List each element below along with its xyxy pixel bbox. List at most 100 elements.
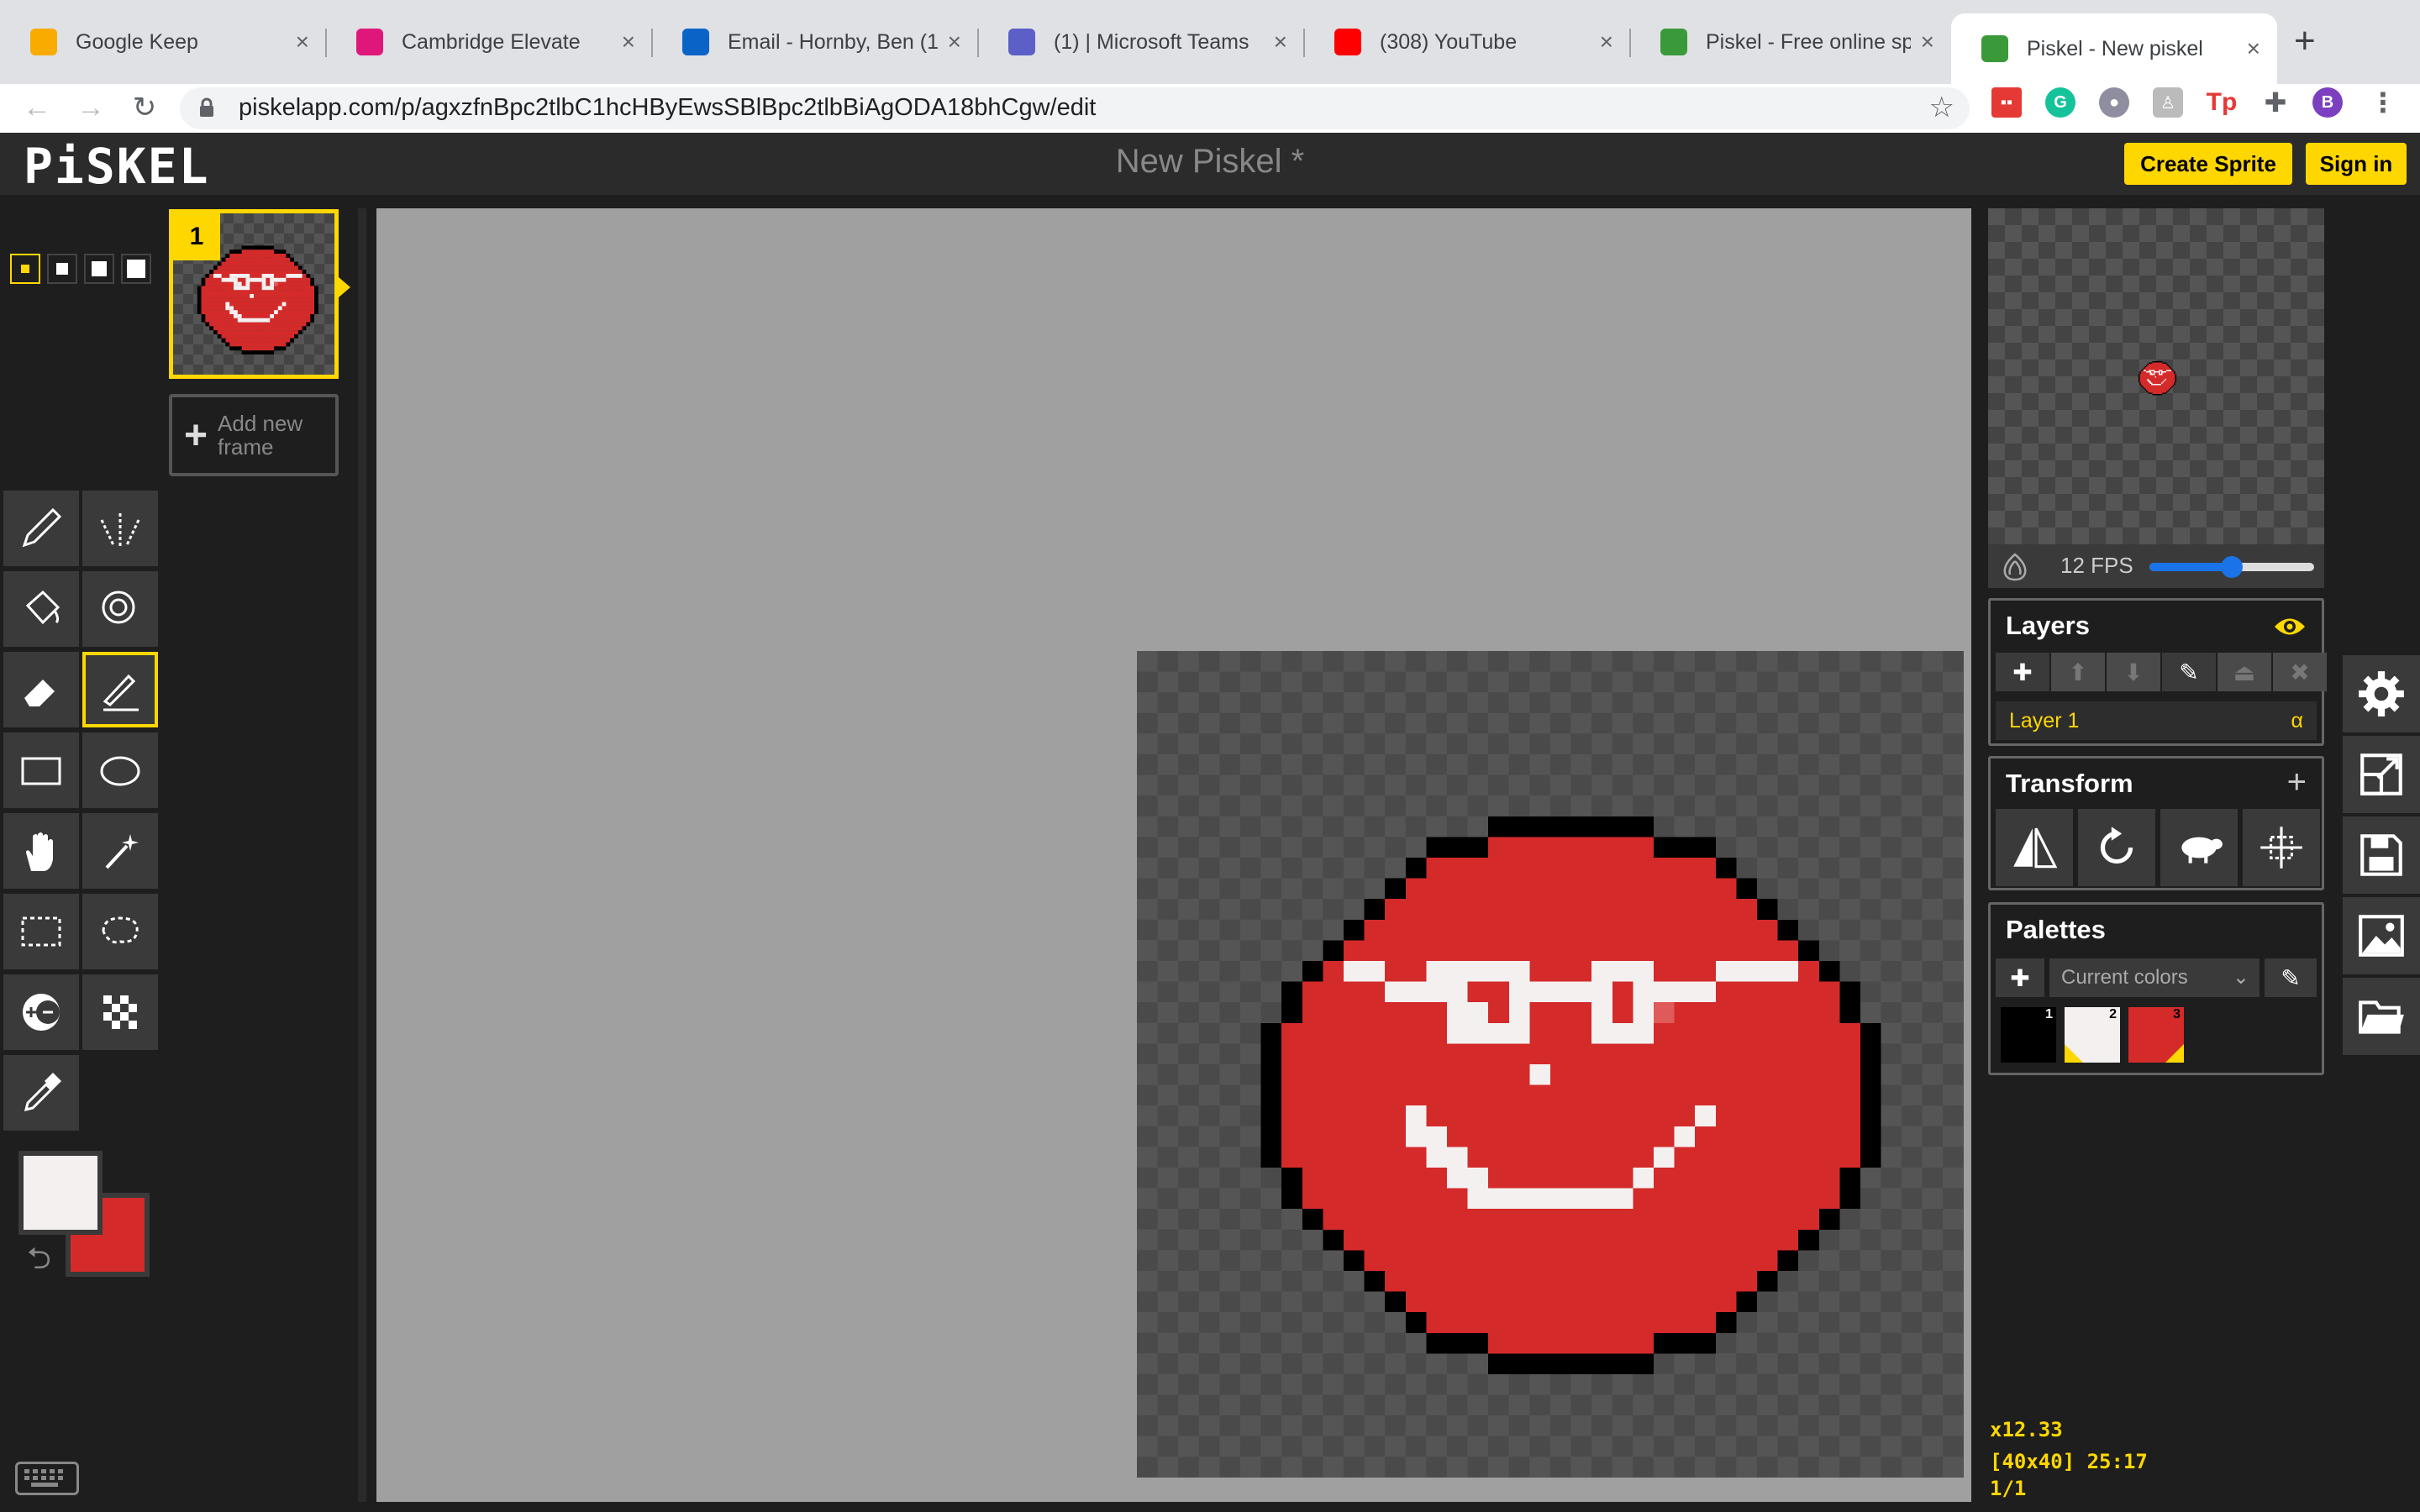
rectangle-selection-tool[interactable] bbox=[3, 894, 79, 969]
panel-divider[interactable] bbox=[358, 208, 366, 1502]
fps-slider[interactable] bbox=[2149, 556, 2314, 578]
close-tab-icon[interactable]: × bbox=[1600, 29, 1613, 55]
merge-layer-button[interactable]: ⏏ bbox=[2217, 653, 2271, 691]
paint-same-color-tool[interactable] bbox=[82, 571, 158, 647]
add-layer-button[interactable]: ✚ bbox=[1996, 653, 2049, 691]
close-tab-icon[interactable]: × bbox=[1274, 29, 1287, 55]
pen-size-4[interactable] bbox=[121, 254, 151, 284]
paint-bucket-tool[interactable] bbox=[3, 571, 79, 647]
address-bar[interactable]: piskelapp.com/p/agxzfnBpc2tlbC1hcHByEwsS… bbox=[180, 87, 1970, 129]
bookmark-star-icon[interactable]: ☆ bbox=[1929, 91, 1954, 124]
reload-icon[interactable]: ↻ bbox=[128, 91, 161, 124]
browser-tab[interactable]: (308) YouTube × bbox=[1304, 13, 1630, 71]
rectangle-tool[interactable] bbox=[3, 732, 79, 808]
shape-selection-tool[interactable] bbox=[82, 813, 158, 889]
browser-tab[interactable]: Piskel - New piskel × bbox=[1951, 13, 2277, 84]
animation-preview[interactable] bbox=[1988, 208, 2324, 544]
color-picker-tool[interactable] bbox=[3, 1055, 79, 1131]
circle-tool[interactable] bbox=[82, 732, 158, 808]
back-arrow-icon[interactable]: ← bbox=[20, 91, 54, 124]
grammarly-icon[interactable]: G bbox=[2045, 87, 2075, 118]
close-tab-icon[interactable]: × bbox=[1921, 29, 1934, 55]
eye-icon[interactable] bbox=[2273, 614, 2307, 639]
palette-swatch[interactable]: 2 bbox=[2065, 1007, 2120, 1063]
sprite-pixel bbox=[1405, 1105, 1427, 1147]
sprite-pixel bbox=[2175, 377, 2176, 379]
ext-person-icon[interactable]: ♙ bbox=[2153, 87, 2183, 118]
close-tab-icon[interactable]: × bbox=[948, 29, 961, 55]
extensions-puzzle-icon[interactable]: ✚ bbox=[2260, 87, 2291, 118]
palette-swatch[interactable]: 3 bbox=[2128, 1007, 2184, 1063]
expand-transform-icon[interactable]: + bbox=[2287, 764, 2307, 801]
layer-item[interactable]: Layer 1 α bbox=[1996, 701, 2317, 740]
drawing-canvas[interactable] bbox=[1137, 651, 1964, 1478]
browser-tab[interactable]: Email - Hornby, Ben (1 × bbox=[652, 13, 978, 71]
palette-swatch[interactable]: 1 bbox=[2001, 1007, 2056, 1063]
add-palette-button[interactable]: ✚ bbox=[1996, 958, 2044, 997]
rotate-button[interactable] bbox=[2078, 809, 2155, 886]
ext-red-icon[interactable]: ▪▪ bbox=[1991, 87, 2022, 118]
pen-tool[interactable] bbox=[3, 491, 79, 566]
pen-size-1[interactable] bbox=[10, 254, 40, 284]
browser-tab[interactable]: Piskel - Free online sp × bbox=[1630, 13, 1951, 71]
browser-tab[interactable]: (1) | Microsoft Teams × bbox=[978, 13, 1304, 71]
swap-colors-icon[interactable]: ⮌ bbox=[27, 1236, 51, 1288]
ext-tp-icon[interactable]: Tp bbox=[2207, 87, 2238, 118]
dithering-tool[interactable] bbox=[82, 974, 158, 1050]
center-button[interactable] bbox=[2243, 809, 2320, 886]
onion-skin-icon[interactable] bbox=[1998, 549, 2032, 583]
resize-button[interactable] bbox=[2343, 736, 2420, 813]
open-button[interactable] bbox=[2343, 978, 2420, 1055]
pen-size-2[interactable] bbox=[47, 254, 77, 284]
primary-color-swatch[interactable] bbox=[18, 1151, 103, 1235]
save-button[interactable] bbox=[2343, 816, 2420, 894]
close-tab-icon[interactable]: × bbox=[296, 29, 309, 55]
stroke-tool[interactable] bbox=[82, 652, 158, 727]
profile-avatar[interactable]: B bbox=[2312, 87, 2343, 118]
ext-circle-icon[interactable]: ● bbox=[2099, 87, 2129, 118]
browser-tab[interactable]: Cambridge Elevate × bbox=[326, 13, 652, 71]
drawing-stage[interactable] bbox=[376, 208, 1971, 1502]
settings-button[interactable] bbox=[2343, 655, 2420, 732]
sprite-pixel bbox=[2142, 386, 2144, 388]
delete-layer-button[interactable]: ✖ bbox=[2273, 653, 2327, 691]
clone-button[interactable] bbox=[2160, 809, 2238, 886]
sprite-pixel bbox=[2139, 375, 2140, 376]
move-tool[interactable] bbox=[3, 813, 79, 889]
secondary-marker bbox=[2165, 1044, 2184, 1063]
add-new-frame-button[interactable]: + Add new frame bbox=[169, 394, 339, 476]
sprite-pixel bbox=[1839, 1188, 1860, 1210]
fps-slider-handle[interactable] bbox=[2221, 556, 2243, 578]
move-layer-down-button[interactable]: ⬇ bbox=[2107, 653, 2160, 691]
create-sprite-button[interactable]: Create Sprite bbox=[2124, 143, 2292, 185]
keyboard-shortcuts-icon[interactable] bbox=[15, 1462, 79, 1495]
vertical-mirror-pen-tool[interactable] bbox=[82, 491, 158, 566]
browser-menu-icon[interactable]: ⋮ bbox=[2368, 87, 2398, 118]
sprite-pixel bbox=[2152, 392, 2163, 394]
sprite-pixel bbox=[2146, 389, 2169, 391]
close-tab-icon[interactable]: × bbox=[622, 29, 635, 55]
close-tab-icon[interactable]: × bbox=[2247, 35, 2260, 62]
edit-palette-button[interactable]: ✎ bbox=[2265, 958, 2317, 997]
edit-layer-button[interactable]: ✎ bbox=[2162, 653, 2216, 691]
sprite-pixel bbox=[1447, 1147, 1468, 1168]
frame-thumbnail[interactable]: 1 bbox=[169, 209, 339, 379]
document-title[interactable]: New Piskel * bbox=[0, 143, 2420, 181]
lighten-tool[interactable] bbox=[3, 974, 79, 1050]
sign-in-button[interactable]: Sign in bbox=[2306, 143, 2407, 185]
palette-select[interactable]: Current colors ⌄ bbox=[2049, 958, 2260, 997]
browser-tab[interactable]: Google Keep × bbox=[0, 13, 326, 71]
move-layer-up-button[interactable]: ⬆ bbox=[2051, 653, 2105, 691]
layer-opacity-icon[interactable]: α bbox=[2291, 701, 2303, 740]
sprite-pixel bbox=[2175, 380, 2176, 381]
eraser-tool[interactable] bbox=[3, 652, 79, 727]
sprite-pixel bbox=[1405, 1312, 1427, 1333]
pen-size-3[interactable] bbox=[84, 254, 114, 284]
new-tab-button[interactable]: + bbox=[2294, 20, 2316, 62]
forward-arrow-icon[interactable]: → bbox=[74, 91, 108, 124]
sprite-pixel bbox=[1426, 961, 1447, 1003]
lasso-selection-tool[interactable] bbox=[82, 894, 158, 969]
flip-button[interactable] bbox=[1996, 809, 2073, 886]
export-button[interactable] bbox=[2343, 897, 2420, 974]
primary-marker bbox=[2065, 1044, 2083, 1063]
